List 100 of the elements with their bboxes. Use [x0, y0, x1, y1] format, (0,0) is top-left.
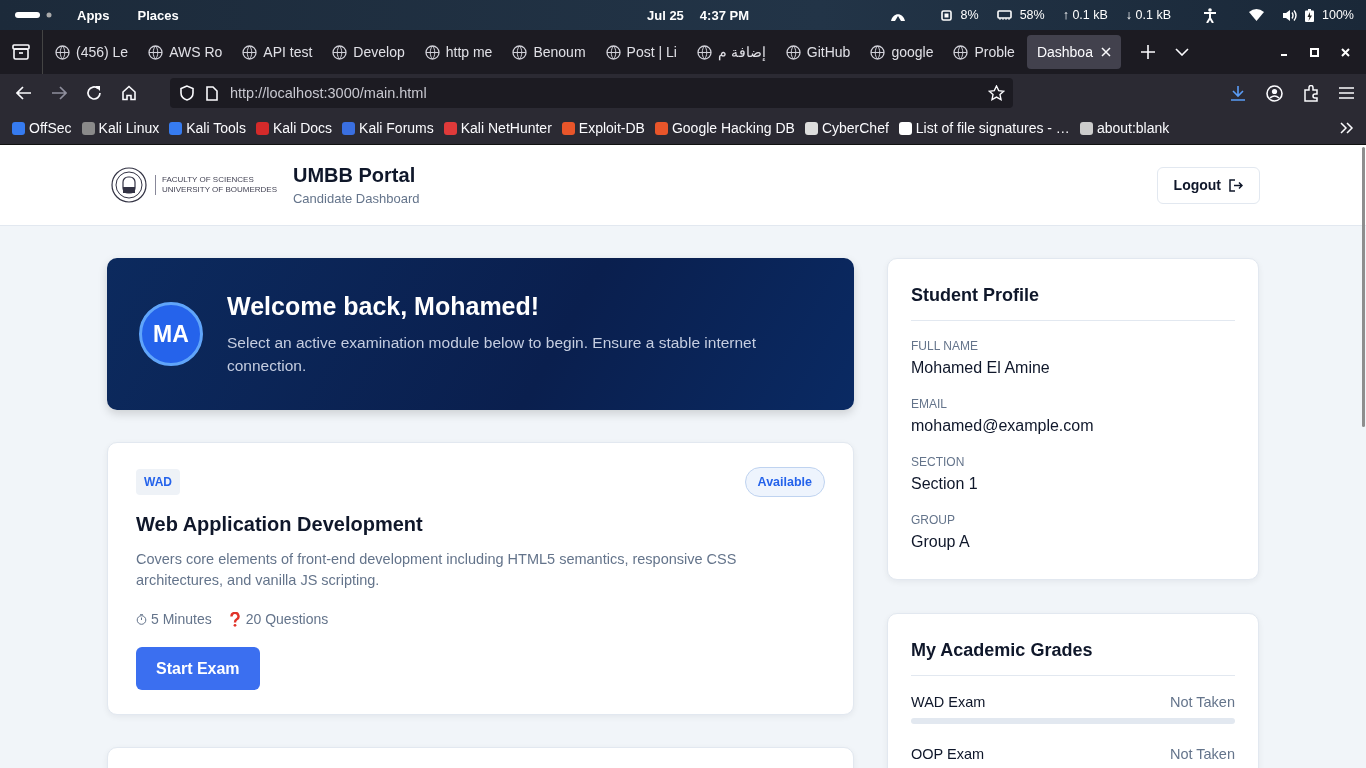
globe-icon [242, 44, 258, 60]
globe-icon [424, 44, 440, 60]
bookmark[interactable]: Kali Tools [169, 120, 246, 136]
maximize-icon[interactable] [1310, 47, 1319, 57]
volume-icon[interactable] [1282, 8, 1297, 22]
star-icon[interactable] [988, 85, 1005, 101]
browser-tab[interactable]: Develop [324, 35, 413, 69]
bookmark[interactable]: OffSec [12, 120, 72, 136]
chevron-down-icon[interactable] [1174, 48, 1189, 56]
questions-text: 20 Questions [245, 611, 329, 627]
cpu-text: 8% [960, 8, 979, 22]
logo-text: FACULTY OF SCIENCES [162, 175, 255, 185]
memory-text: 58% [1019, 8, 1045, 22]
browser-tab[interactable]: http me [416, 35, 501, 69]
date-text[interactable]: Jul 25 [647, 7, 684, 23]
top-menu[interactable]: Apps [77, 7, 110, 23]
field-value: mohamed@example.com [911, 417, 1095, 435]
bookmark[interactable]: CyberChef [804, 120, 889, 136]
scrollbar[interactable] [1362, 147, 1365, 427]
browser-tab[interactable]: Dashboa [1026, 35, 1121, 69]
page-icon [206, 85, 218, 101]
grade-name: WAD Exam [911, 694, 986, 710]
browser-tab[interactable]: GitHub [777, 35, 859, 69]
close-icon[interactable] [1100, 47, 1111, 57]
download-icon[interactable] [1230, 85, 1246, 101]
browser-tab[interactable]: إضافة م [688, 35, 774, 69]
top-menu[interactable]: Places [137, 7, 179, 23]
logout-icon [1229, 178, 1243, 192]
seal-icon [111, 167, 147, 203]
field-label: FULL NAME [911, 339, 979, 353]
globe-icon [332, 44, 348, 60]
card-title: My Academic Grades [911, 640, 1235, 676]
browser-tab[interactable]: Benoum [504, 35, 594, 69]
field-label: EMAIL [911, 397, 948, 411]
welcome-text: Select an active examination module below to begin. Ensure a stable internet connection. [227, 332, 758, 376]
start-exam-button[interactable]: Start Exam [136, 647, 260, 690]
close-icon[interactable] [1341, 47, 1350, 57]
question-mark-icon [229, 611, 240, 627]
grade-name: OOP Exam [911, 746, 985, 762]
status-badge: Available [744, 467, 825, 497]
globe-icon [148, 44, 164, 60]
grade-status: Not Taken [1169, 746, 1235, 762]
upload-text: ↑ 0.1 kB [1062, 8, 1108, 22]
bookmark[interactable]: Kali Forums [342, 120, 434, 136]
bookmark[interactable]: Kali NetHunter [443, 120, 552, 136]
browser-tab[interactable]: google [862, 35, 942, 69]
globe-icon [605, 44, 621, 60]
address-bar[interactable]: http://localhost:3000/main.html [170, 78, 1013, 108]
field-label: GROUP [911, 513, 956, 527]
logo-text: UNIVERSITY OF BOUMERDES [162, 185, 277, 195]
browser-tab[interactable]: Proble [945, 35, 1023, 69]
duration-text: 5 Minutes [151, 611, 212, 627]
reload-icon[interactable] [86, 85, 102, 101]
exam-code-tag: WAD [136, 469, 180, 495]
bookmark[interactable]: Kali Linux [81, 120, 160, 136]
battery-text: 100% [1322, 8, 1354, 22]
battery-icon[interactable] [1305, 8, 1314, 22]
portal-title: UMBB Portal [293, 164, 417, 187]
portal-subtitle: Candidate Dashboard [293, 191, 420, 206]
field-value: Mohamed El Amine [911, 359, 1051, 377]
download-text: ↓ 0.1 kB [1125, 8, 1171, 22]
bookmark[interactable]: about:blank [1079, 120, 1170, 136]
chip-icon [939, 8, 953, 22]
globe-icon [953, 44, 969, 60]
menu-icon[interactable] [1339, 87, 1354, 99]
forward-icon[interactable] [51, 86, 67, 100]
avatar: MA [139, 302, 203, 366]
bookmark[interactable]: Kali Docs [255, 120, 333, 136]
tray-icon[interactable] [12, 44, 30, 60]
plus-icon[interactable] [1140, 45, 1155, 59]
accessibility-icon[interactable] [1203, 7, 1217, 23]
chevrons-right-icon[interactable] [1340, 122, 1354, 134]
logout-button[interactable]: Logout [1156, 166, 1260, 204]
workspace-icon[interactable] [15, 11, 53, 19]
exam-description: Covers core elements of front-end development including HTML5 semantics, responsive CSS architectures, and vanilla JS scripting. [136, 550, 738, 590]
globe-icon [512, 44, 528, 60]
exam-title: Web Application Development [136, 513, 424, 536]
wifi-icon[interactable] [1249, 9, 1264, 21]
time-text[interactable]: 4:37 PM [699, 7, 749, 23]
card-title: Student Profile [911, 285, 1235, 321]
field-value: Section 1 [911, 475, 979, 493]
back-icon[interactable] [16, 86, 32, 100]
browser-tab[interactable]: (456) Le [47, 35, 137, 69]
home-icon[interactable] [121, 85, 137, 101]
shield-icon [180, 85, 194, 101]
globe-icon [785, 44, 801, 60]
browser-tab[interactable]: Post | Li [597, 35, 685, 69]
field-value: Group A [911, 533, 971, 551]
url-text: http://localhost:3000/main.html [230, 85, 427, 101]
browser-tab[interactable]: AWS Ro [140, 35, 231, 69]
bookmark[interactable]: Exploit-DB [561, 120, 645, 136]
welcome-heading: Welcome back, Mohamed! [227, 291, 541, 321]
bookmark[interactable]: List of file signatures - … [898, 120, 1070, 136]
globe-icon [55, 44, 70, 60]
memory-icon [996, 9, 1012, 21]
browser-tab[interactable]: API test [234, 35, 321, 69]
bookmark[interactable]: Google Hacking DB [654, 120, 795, 136]
field-label: SECTION [911, 455, 966, 469]
account-icon[interactable] [1266, 84, 1283, 102]
puzzle-icon[interactable] [1303, 84, 1319, 102]
